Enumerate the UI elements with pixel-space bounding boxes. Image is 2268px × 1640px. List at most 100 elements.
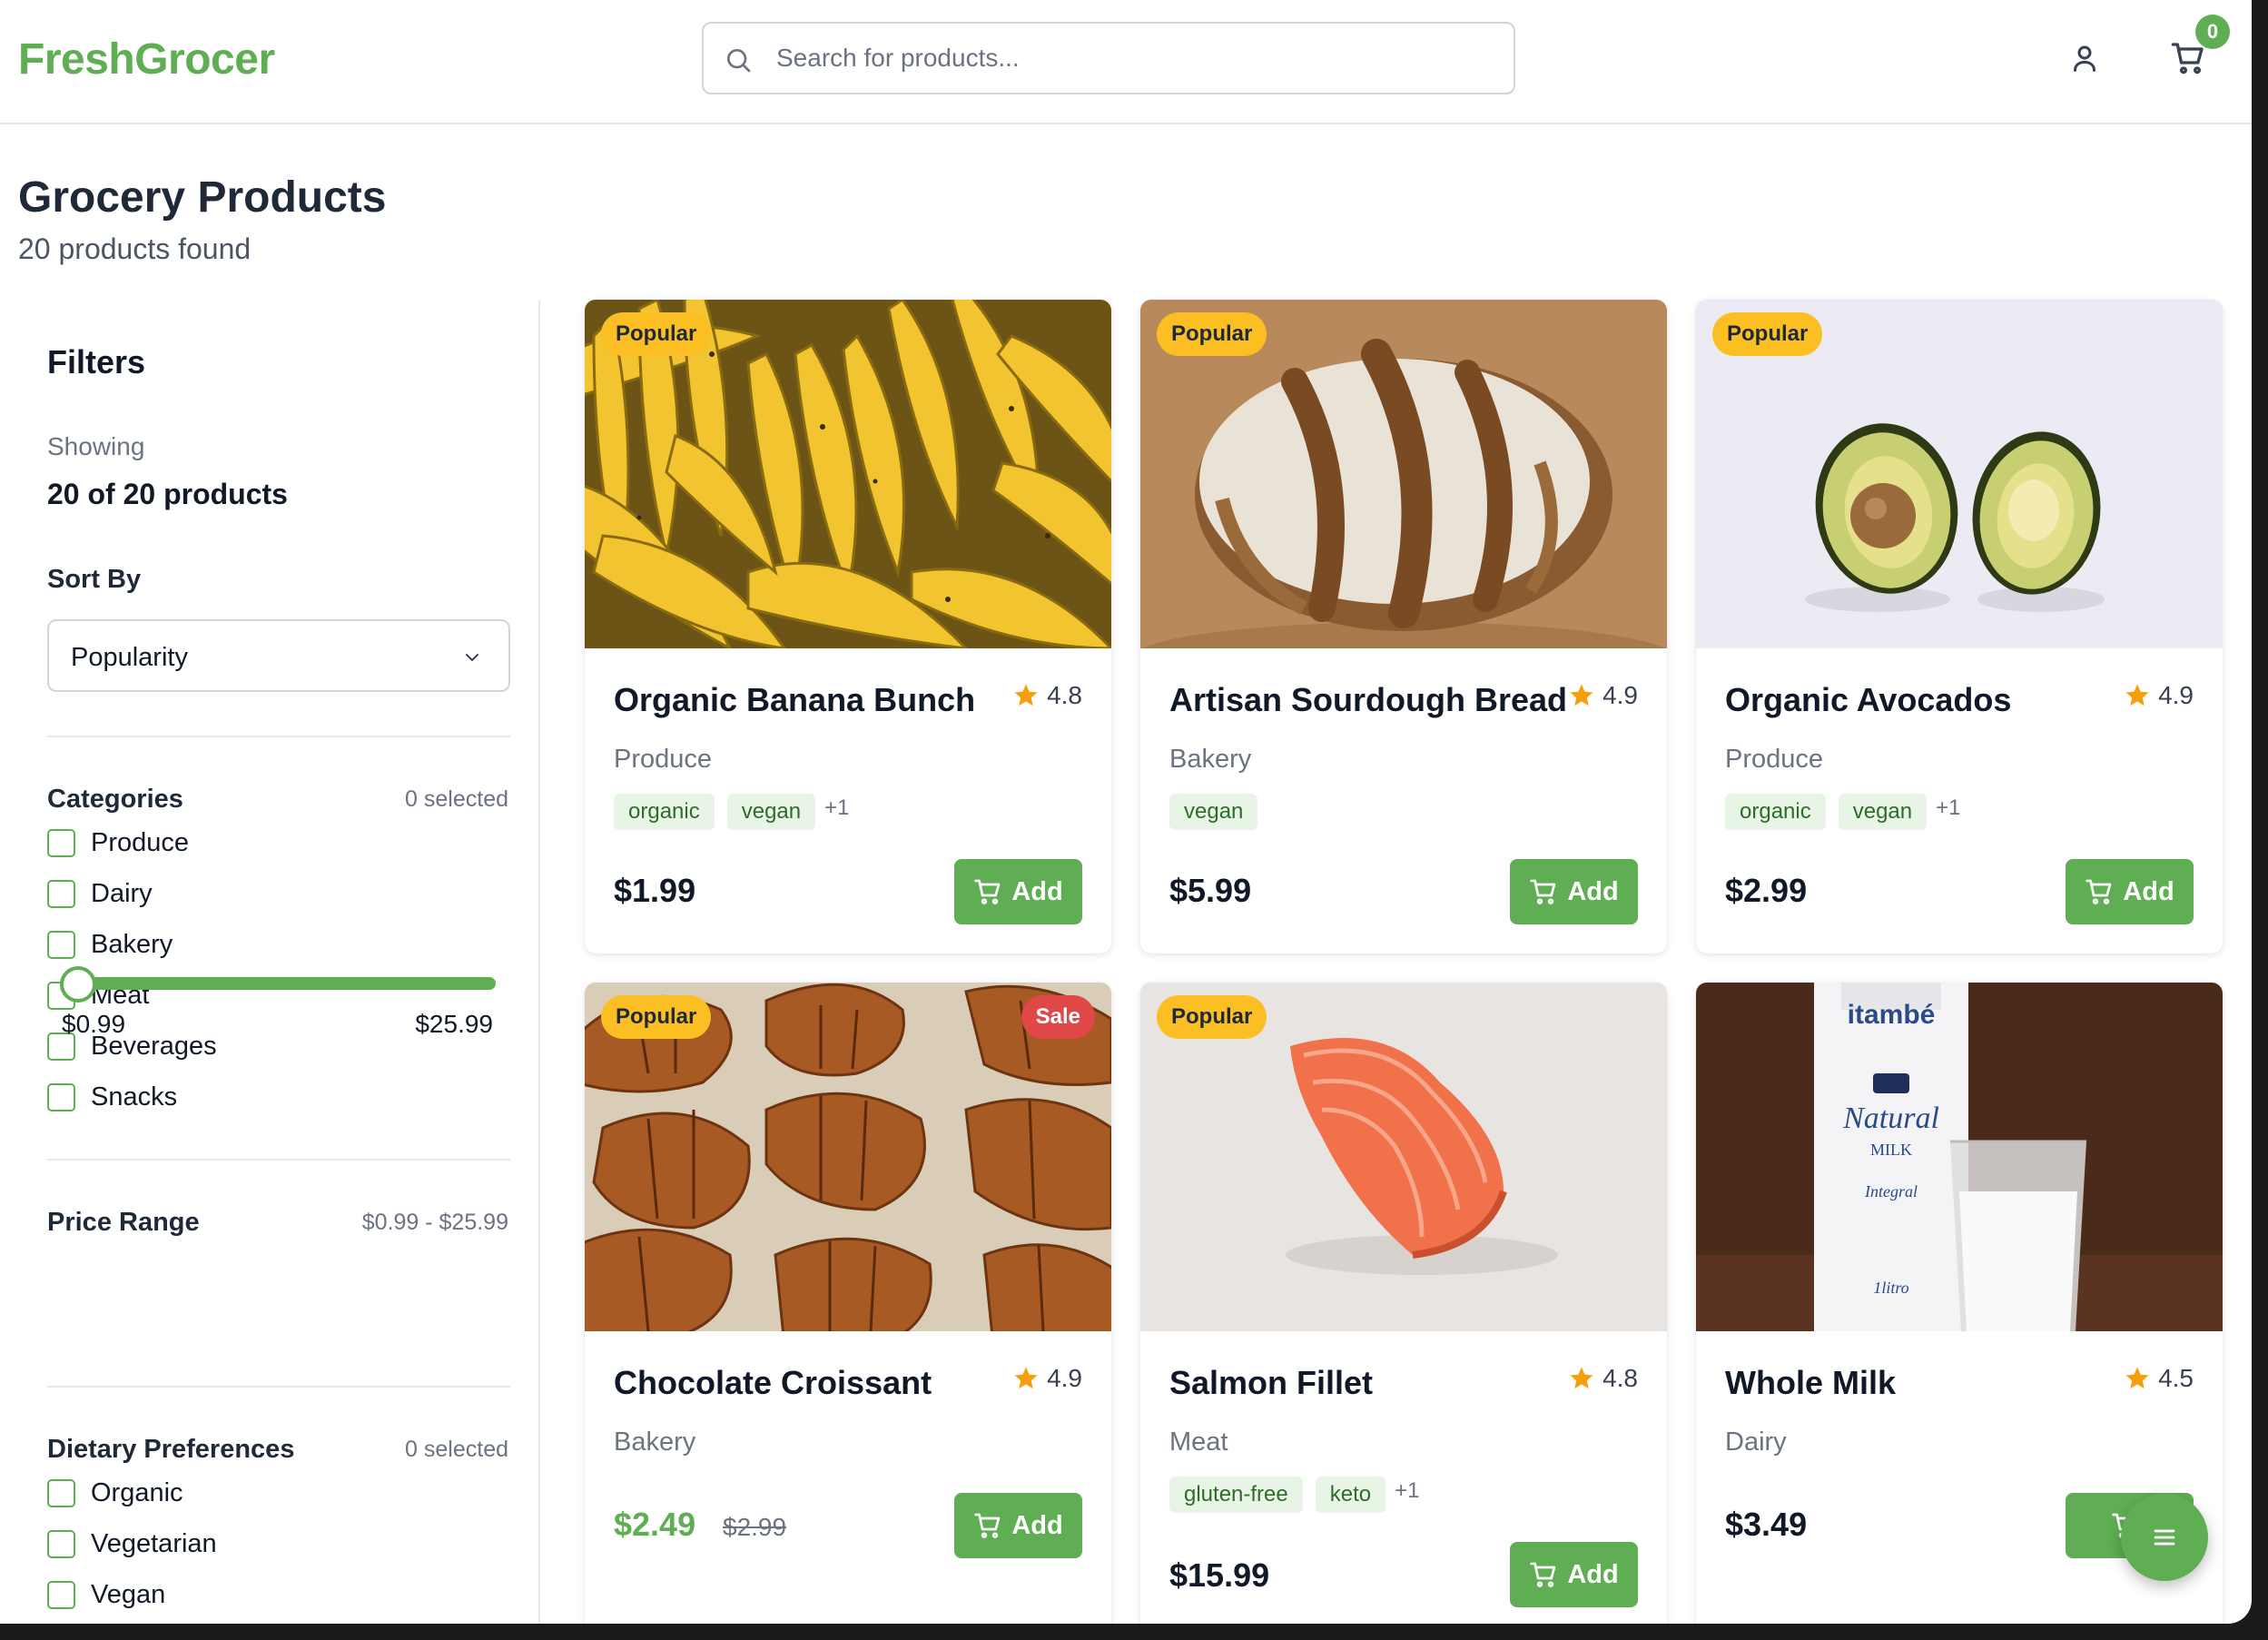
product-price: $2.99 — [1725, 872, 1808, 909]
cart-icon — [2086, 879, 2112, 904]
star-icon — [1014, 1367, 1038, 1389]
category-checkbox-bakery[interactable]: Bakery — [47, 926, 173, 963]
price-range-title: Price Range — [47, 1208, 200, 1237]
product-price: $15.99 — [1169, 1556, 1270, 1594]
product-image-croissants[interactable]: Popular Sale — [585, 983, 1111, 1331]
slider-handle[interactable] — [60, 966, 96, 1003]
product-price: $1.99 — [614, 872, 696, 909]
product-name[interactable]: Salmon Fillet — [1169, 1364, 1373, 1402]
product-card-croissant[interactable]: Popular Sale Chocolate Croissant 4.9 Bak… — [585, 983, 1111, 1624]
popular-badge: Popular — [1712, 312, 1823, 356]
slider-track[interactable] — [65, 977, 496, 990]
popular-badge: Popular — [1157, 312, 1267, 356]
dietary-checkbox-vegan[interactable]: Vegan — [47, 1576, 165, 1613]
cart-icon — [1530, 1562, 1556, 1587]
product-name[interactable]: Whole Milk — [1725, 1364, 1896, 1402]
milk-brand-text: itambé — [1848, 1000, 1936, 1030]
add-button-label: Add — [1567, 876, 1619, 906]
checkbox[interactable] — [47, 1529, 75, 1558]
product-name[interactable]: Artisan Sourdough Bread — [1169, 681, 1567, 719]
checkbox-label: Vegan — [91, 1579, 166, 1609]
checkbox-label: Produce — [91, 827, 190, 857]
price-max-label: $25.99 — [415, 1010, 493, 1038]
product-image-avocados[interactable]: Popular — [1696, 300, 2223, 648]
product-name[interactable]: Organic Banana Bunch — [614, 681, 975, 719]
filters-sidebar: Filters Showing 20 of 20 products Sort B… — [0, 300, 540, 1624]
rating-value: 4.8 — [1602, 1364, 1638, 1392]
category-checkbox-snacks[interactable]: Snacks — [47, 1079, 177, 1115]
add-to-cart-button[interactable]: Add — [2066, 859, 2194, 924]
checkbox[interactable] — [47, 1478, 75, 1507]
menu-icon — [2154, 1529, 2175, 1546]
tag: vegan — [1169, 794, 1258, 830]
product-card-sourdough[interactable]: Popular Artisan Sourdough Bread 4.9 Bake… — [1140, 300, 1667, 953]
dietary-checkbox-organic[interactable]: Organic — [47, 1475, 183, 1511]
add-button-label: Add — [2123, 876, 2174, 906]
product-card-salmon[interactable]: Popular Salmon Fillet 4.8 Meat gluten-fr… — [1140, 983, 1667, 1624]
search-icon — [727, 49, 751, 73]
popular-badge: Popular — [1157, 995, 1267, 1039]
product-image-salmon[interactable]: Popular — [1140, 983, 1667, 1331]
add-to-cart-button[interactable]: Add — [1510, 1542, 1638, 1607]
menu-fab-button[interactable] — [2121, 1494, 2208, 1581]
product-tags: organic vegan +1 — [1725, 794, 1960, 830]
checkbox[interactable] — [47, 1580, 75, 1609]
cart-icon — [1530, 879, 1556, 904]
product-image-milk[interactable]: itambé Natural MILK Integral 1litro — [1696, 983, 2223, 1331]
logo[interactable]: FreshGrocer — [18, 35, 275, 84]
category-checkbox-produce[interactable]: Produce — [47, 825, 189, 861]
add-to-cart-button[interactable]: Add — [954, 859, 1082, 924]
product-card-banana[interactable]: Popular Organic Banana Bunch 4.8 Produce… — [585, 300, 1111, 953]
milk-image: itambé Natural MILK Integral 1litro — [1696, 983, 2223, 1331]
add-to-cart-button[interactable]: Add — [1510, 859, 1638, 924]
more-tags-count: +1 — [1936, 795, 1961, 820]
star-icon — [2125, 684, 2149, 706]
product-rating: 4.9 — [1568, 681, 1638, 710]
app-window: FreshGrocer 0 Grocery Products 20 produc… — [0, 0, 2252, 1624]
product-price: $3.49 — [1725, 1506, 1808, 1543]
product-rating: 4.9 — [1012, 1364, 1082, 1393]
star-icon — [2125, 1367, 2149, 1389]
popular-badge: Popular — [601, 995, 712, 1039]
product-category: Dairy — [1725, 1428, 1787, 1457]
product-price: $5.99 — [1169, 872, 1252, 909]
search-bar[interactable] — [702, 22, 1515, 94]
tag: keto — [1315, 1477, 1386, 1513]
checkbox-label: Dairy — [91, 878, 153, 908]
sort-select[interactable]: Popularity — [47, 619, 510, 692]
checkbox-label: Snacks — [91, 1082, 178, 1111]
tag: organic — [614, 794, 715, 830]
rating-value: 4.9 — [1047, 1364, 1082, 1392]
checkbox[interactable] — [47, 1082, 75, 1111]
price-min-label: $0.99 — [62, 1010, 126, 1038]
filters-title: Filters — [47, 343, 146, 380]
categories-selected-count: 0 selected — [405, 786, 508, 812]
product-rating: 4.8 — [1568, 1364, 1638, 1393]
product-tags: gluten-free keto +1 — [1169, 1477, 1420, 1513]
dietary-checkbox-vegetarian[interactable]: Vegetarian — [47, 1526, 217, 1562]
page-title: Grocery Products — [18, 173, 387, 222]
category-checkbox-dairy[interactable]: Dairy — [47, 875, 153, 912]
star-icon — [1570, 1367, 1593, 1389]
checkbox[interactable] — [47, 828, 75, 857]
cart-icon — [974, 1513, 1001, 1538]
add-to-cart-button[interactable]: Add — [954, 1493, 1082, 1558]
search-input[interactable] — [776, 24, 1484, 93]
product-image-bananas[interactable]: Popular — [585, 300, 1111, 648]
product-card-avocados[interactable]: Popular Organic Avocados 4.9 Produce org… — [1696, 300, 2223, 953]
user-account-icon[interactable] — [2068, 40, 2101, 76]
product-rating: 4.5 — [2124, 1364, 2194, 1393]
divider — [47, 736, 510, 737]
product-image-bread[interactable]: Popular — [1140, 300, 1667, 648]
checkbox[interactable] — [47, 879, 75, 908]
product-name[interactable]: Organic Avocados — [1725, 681, 2011, 719]
cart-icon — [974, 879, 1001, 904]
product-category: Bakery — [1169, 745, 1252, 774]
cart-icon[interactable] — [2170, 40, 2206, 76]
add-button-label: Add — [1011, 1510, 1063, 1540]
checkbox[interactable] — [47, 930, 75, 959]
dietary-selected-count: 0 selected — [405, 1437, 508, 1462]
product-name[interactable]: Chocolate Croissant — [614, 1364, 932, 1402]
product-tags: vegan — [1169, 794, 1270, 830]
product-category: Produce — [1725, 745, 1824, 774]
